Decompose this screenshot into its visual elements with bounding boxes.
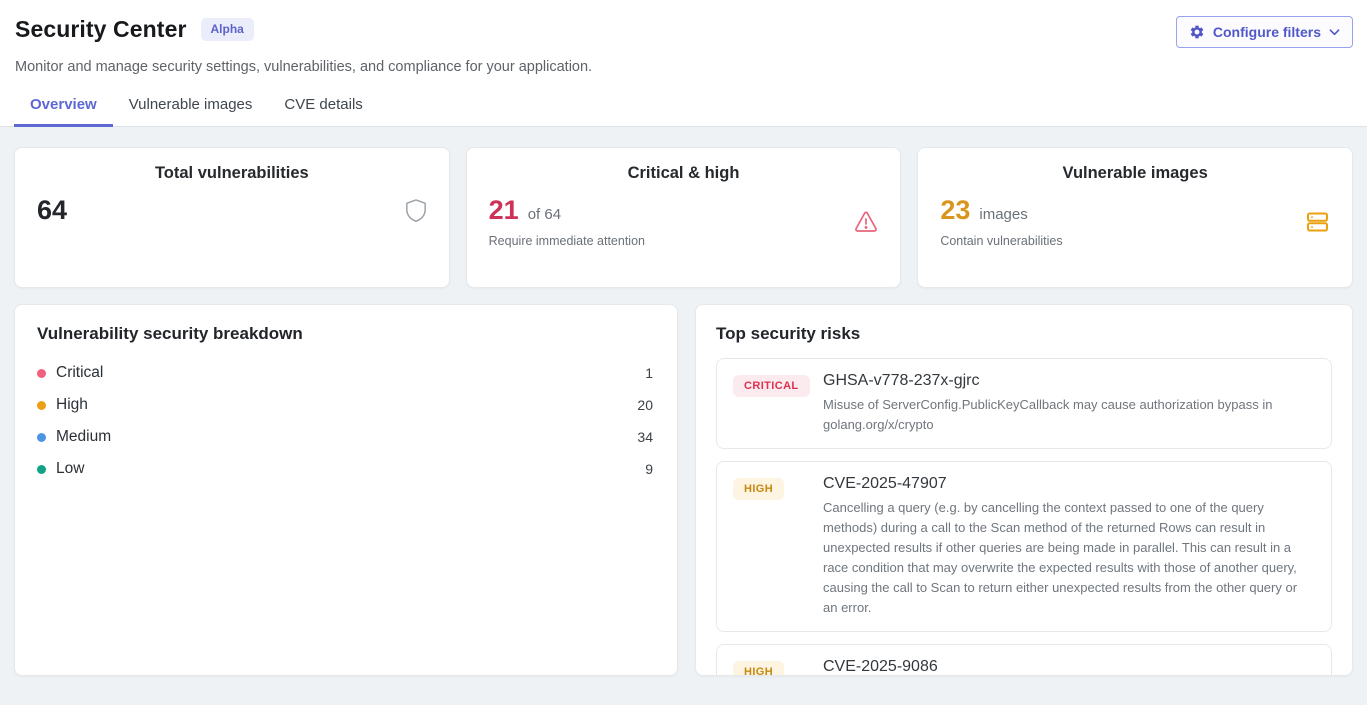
main-content: Total vulnerabilities 64 Critical & high (0, 127, 1367, 676)
risk-id: CVE-2025-47907 (823, 475, 1315, 493)
panels-row: Vulnerability security breakdown Critica… (14, 304, 1353, 676)
critical-high-suffix: of 64 (528, 206, 561, 223)
vulnerability-breakdown-panel: Vulnerability security breakdown Critica… (14, 304, 678, 676)
risk-description: Misuse of ServerConfig.PublicKeyCallback… (823, 395, 1315, 435)
configure-filters-label: Configure filters (1213, 24, 1321, 40)
page-header: Security Center Alpha Configure filters … (0, 0, 1367, 127)
page-subtitle: Monitor and manage security settings, vu… (0, 48, 1367, 75)
stat-card-vulnerable-images: Vulnerable images 23 images Contain vuln… (917, 147, 1353, 288)
stat-card-title: Critical & high (489, 164, 879, 183)
severity-badge: CRITICAL (733, 375, 810, 397)
vulnerable-images-value: 23 (940, 196, 970, 226)
stat-card-title: Total vulnerabilities (37, 164, 427, 183)
breakdown-row-high: High 20 (37, 389, 653, 421)
security-center-page: Security Center Alpha Configure filters … (0, 0, 1367, 676)
shield-icon (405, 198, 427, 223)
stat-card-title: Vulnerable images (940, 164, 1330, 183)
chevron-down-icon (1329, 28, 1340, 36)
breakdown-value: 1 (645, 365, 653, 381)
tab-bar: Overview Vulnerable images CVE details (0, 88, 1367, 127)
server-icon (1305, 210, 1330, 234)
vulnerable-images-subtext: Contain vulnerabilities (940, 234, 1305, 248)
stat-card-total-vulnerabilities: Total vulnerabilities 64 (14, 147, 450, 288)
tab-cve-details[interactable]: CVE details (268, 88, 378, 127)
warning-triangle-icon (854, 211, 878, 233)
breakdown-value: 34 (637, 429, 653, 445)
stat-cards-row: Total vulnerabilities 64 Critical & high (14, 147, 1353, 288)
breakdown-title: Vulnerability security breakdown (37, 324, 653, 344)
configure-filters-button[interactable]: Configure filters (1176, 16, 1353, 48)
severity-badge: HIGH (733, 661, 784, 676)
breakdown-label: Medium (56, 428, 637, 446)
risk-item[interactable]: HIGH CVE-2025-9086 (716, 644, 1332, 676)
critical-high-subtext: Require immediate attention (489, 234, 855, 248)
vulnerable-images-suffix: images (979, 206, 1027, 223)
tab-overview[interactable]: Overview (14, 88, 113, 127)
risk-id: GHSA-v778-237x-gjrc (823, 372, 1315, 390)
gear-icon (1189, 24, 1205, 40)
risk-item[interactable]: CRITICAL GHSA-v778-237x-gjrc Misuse of S… (716, 358, 1332, 449)
breakdown-rows: Critical 1 High 20 Medium 34 (37, 357, 653, 485)
risk-description: Cancelling a query (e.g. by cancelling t… (823, 498, 1315, 618)
low-dot-icon (37, 465, 46, 474)
risk-list: CRITICAL GHSA-v778-237x-gjrc Misuse of S… (716, 358, 1332, 676)
alpha-badge: Alpha (201, 18, 254, 40)
tab-vulnerable-images[interactable]: Vulnerable images (113, 88, 269, 127)
high-dot-icon (37, 401, 46, 410)
top-security-risks-panel: Top security risks CRITICAL GHSA-v778-23… (695, 304, 1353, 676)
page-title: Security Center (15, 16, 187, 43)
severity-badge: HIGH (733, 478, 784, 500)
medium-dot-icon (37, 433, 46, 442)
breakdown-row-low: Low 9 (37, 453, 653, 485)
breakdown-value: 20 (637, 397, 653, 413)
critical-dot-icon (37, 369, 46, 378)
breakdown-row-critical: Critical 1 (37, 357, 653, 389)
critical-high-value: 21 (489, 196, 519, 226)
risk-id: CVE-2025-9086 (823, 658, 1315, 676)
top-risks-title: Top security risks (716, 324, 1332, 344)
title-row: Security Center Alpha Configure filters (0, 0, 1367, 48)
breakdown-row-medium: Medium 34 (37, 421, 653, 453)
stat-card-critical-high: Critical & high 21 of 64 Require immedia… (466, 147, 902, 288)
breakdown-value: 9 (645, 461, 653, 477)
breakdown-label: Low (56, 460, 645, 478)
breakdown-label: High (56, 396, 637, 414)
risk-item[interactable]: HIGH CVE-2025-47907 Cancelling a query (… (716, 461, 1332, 632)
breakdown-label: Critical (56, 364, 645, 382)
total-vulnerabilities-value: 64 (37, 196, 67, 226)
